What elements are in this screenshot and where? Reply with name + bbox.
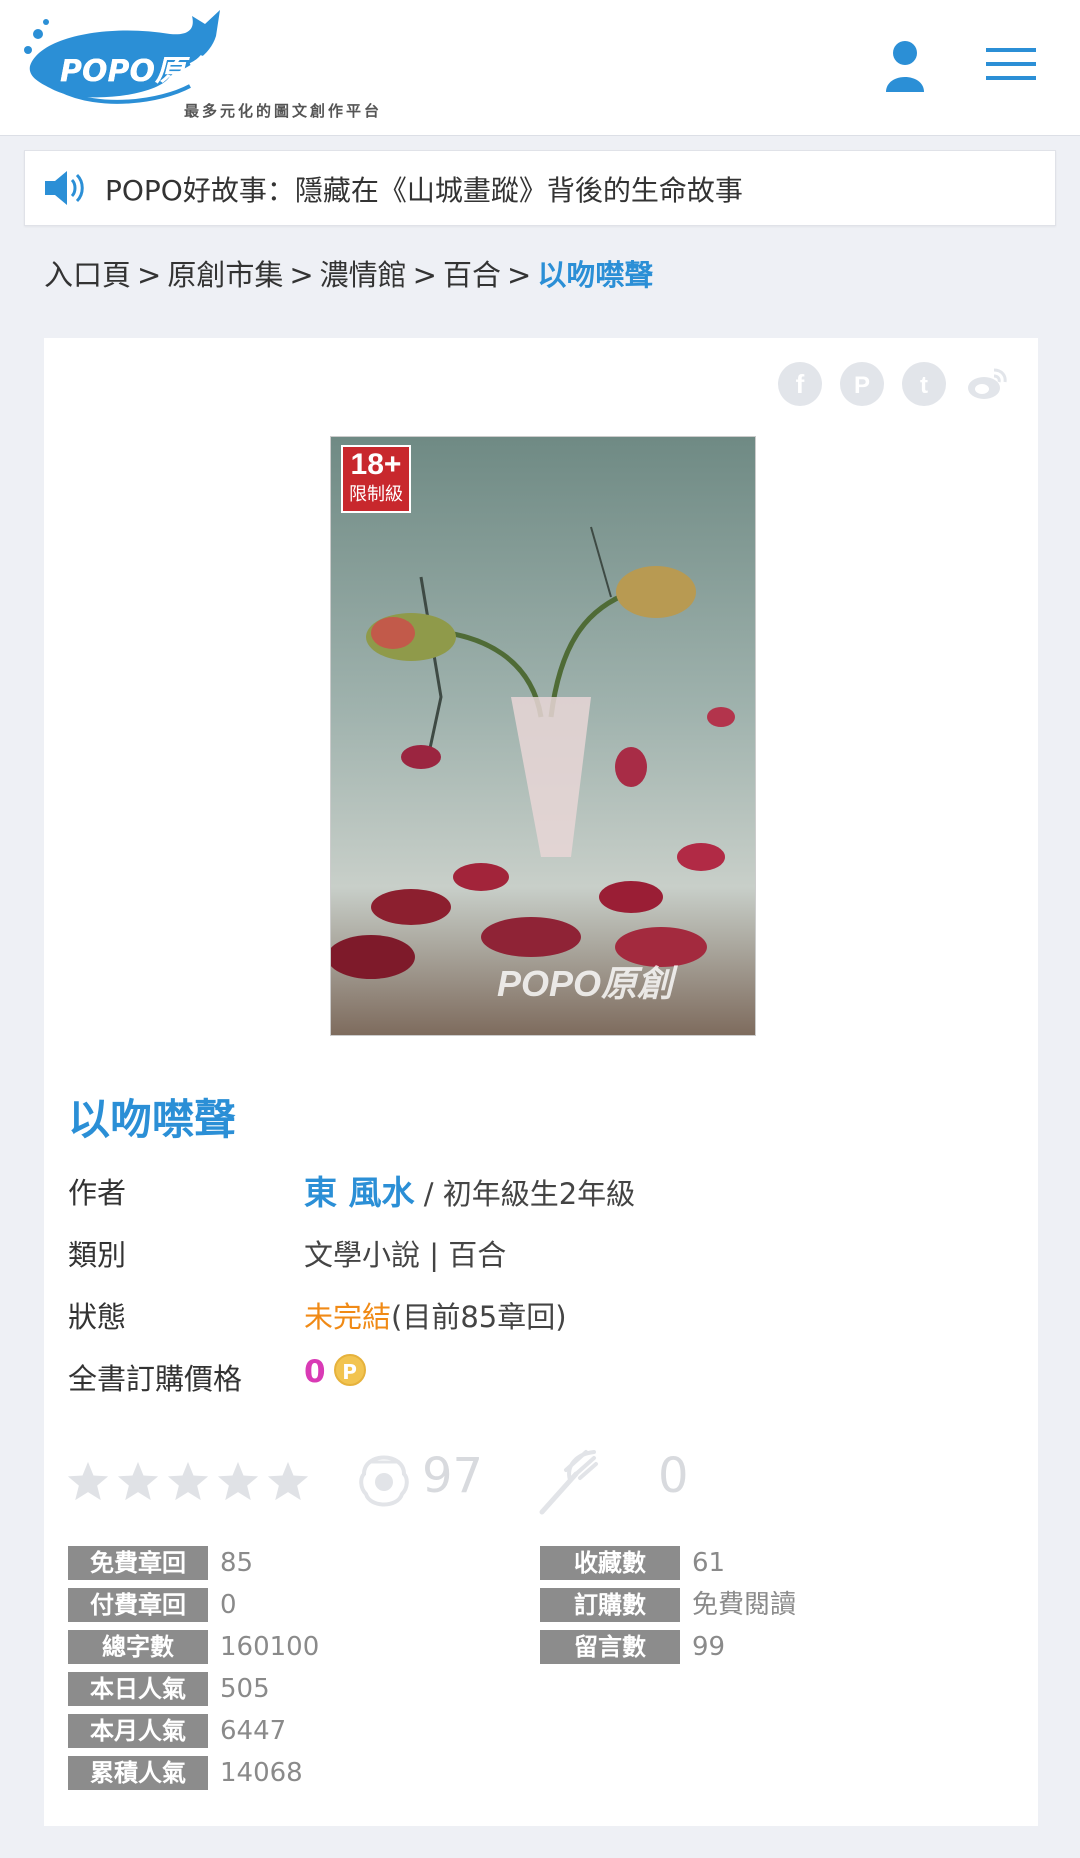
star-icon[interactable] — [116, 1460, 160, 1502]
svg-text:P: P — [854, 372, 870, 399]
age-badge-number: 18+ — [350, 448, 402, 481]
breadcrumb-separator: > — [137, 258, 162, 292]
stat-monthly-views-label: 本月人氣 — [68, 1714, 208, 1748]
announcement-bar[interactable]: POPO好故事：隱藏在《山城畫蹤》背後的生命故事 — [24, 150, 1056, 226]
stat-paid-chapters-value: 0 — [220, 1590, 237, 1620]
svg-text:t: t — [920, 372, 928, 399]
logo-text: POPO原創市集 — [60, 54, 275, 89]
svg-text:f: f — [796, 369, 805, 399]
author-level: / 初年級生2年級 — [423, 1177, 636, 1211]
popo-coin-icon: P — [333, 1354, 366, 1386]
stat-free-chapters-label: 免費章回 — [68, 1546, 208, 1580]
stat-free-chapters-value: 85 — [220, 1548, 254, 1578]
category-label: 類別 — [68, 1238, 127, 1272]
status-label: 狀態 — [68, 1300, 127, 1334]
breadcrumb-romance[interactable]: 濃情館 — [320, 258, 407, 292]
stat-paid-chapters-label: 付費章回 — [68, 1588, 208, 1622]
breadcrumb: 入口頁 > 原創市集 > 濃情館 > 百合 > 以吻噤聲 — [44, 252, 653, 294]
breadcrumb-separator: > — [289, 258, 314, 292]
rating-row: 97 0 — [66, 1438, 766, 1518]
stat-favorites-value: 61 — [692, 1548, 726, 1578]
cover-watermark: POPO原創 — [497, 963, 674, 1004]
stat-purchases-label: 訂購數 — [540, 1588, 680, 1622]
stat-monthly-views-value: 6447 — [220, 1716, 287, 1746]
book-detail-card: f P t 18+ 限制級 POPO原創 以吻噤聲 作者 東 風水 / 初年級生… — [44, 338, 1038, 1826]
logo-slogan: 最多元化的圖文創作平台 — [184, 102, 383, 120]
pearl-count: 97 — [422, 1448, 484, 1504]
weibo-icon[interactable] — [964, 362, 1008, 406]
breadcrumb-yuri[interactable]: 百合 — [443, 258, 501, 292]
author-info: 東 風水 / 初年級生2年級 — [304, 1166, 635, 1214]
stat-purchases-value: 免費閱讀 — [692, 1590, 797, 1620]
stat-total-views-value: 14068 — [220, 1758, 303, 1788]
announcement-text[interactable]: POPO好故事：隱藏在《山城畫蹤》背後的生命故事 — [105, 169, 743, 209]
stat-comments-label: 留言數 — [540, 1630, 680, 1664]
fork-count: 0 — [658, 1448, 689, 1504]
book-title: 以吻噤聲 — [68, 1095, 237, 1144]
stat-daily-views-label: 本日人氣 — [68, 1672, 208, 1706]
book-cover-image[interactable]: 18+ 限制級 POPO原創 — [330, 436, 756, 1036]
user-icon[interactable] — [882, 40, 928, 92]
author-label: 作者 — [68, 1176, 127, 1210]
pearl-clam-icon[interactable] — [356, 1444, 412, 1516]
status-info: 未完結(目前85章回) — [304, 1294, 567, 1336]
star-icon[interactable] — [216, 1460, 260, 1502]
breadcrumb-market[interactable]: 原創市集 — [167, 258, 283, 292]
fork-icon[interactable] — [536, 1448, 600, 1516]
breadcrumb-home[interactable]: 入口頁 — [44, 258, 131, 292]
price-info: 0P — [304, 1354, 366, 1390]
popo-logo[interactable]: POPO原創市集 最多元化的圖文創作平台 — [20, 6, 400, 126]
hamburger-menu-icon[interactable] — [984, 44, 1038, 84]
popo-share-icon[interactable]: P — [840, 362, 884, 406]
age-restriction-badge: 18+ 限制級 — [341, 445, 411, 513]
star-icon[interactable] — [166, 1460, 210, 1502]
stat-comments-value: 99 — [692, 1632, 726, 1662]
stat-word-count-value: 160100 — [220, 1632, 320, 1662]
site-header: POPO原創市集 最多元化的圖文創作平台 — [0, 0, 1080, 136]
facebook-icon[interactable]: f — [778, 362, 822, 406]
status-detail: (目前85章回) — [391, 1300, 567, 1334]
stat-favorites-label: 收藏數 — [540, 1546, 680, 1580]
category-value: 文學小說 | 百合 — [304, 1238, 507, 1272]
age-badge-label: 限制級 — [349, 484, 403, 505]
tumblr-icon[interactable]: t — [902, 362, 946, 406]
stat-daily-views-value: 505 — [220, 1674, 270, 1704]
speaker-icon — [43, 167, 89, 209]
star-icon[interactable] — [66, 1460, 110, 1502]
star-icon[interactable] — [266, 1460, 310, 1502]
price-label: 全書訂購價格 — [68, 1362, 243, 1396]
stat-word-count-label: 總字數 — [68, 1630, 208, 1664]
stat-total-views-label: 累積人氣 — [68, 1756, 208, 1790]
breadcrumb-separator: > — [412, 258, 437, 292]
breadcrumb-current: 以吻噤聲 — [537, 258, 654, 292]
status-value: 未完結 — [304, 1300, 392, 1334]
author-name-link[interactable]: 東 風水 — [304, 1173, 415, 1212]
price-value: 0 — [304, 1354, 326, 1390]
breadcrumb-separator: > — [507, 258, 532, 292]
